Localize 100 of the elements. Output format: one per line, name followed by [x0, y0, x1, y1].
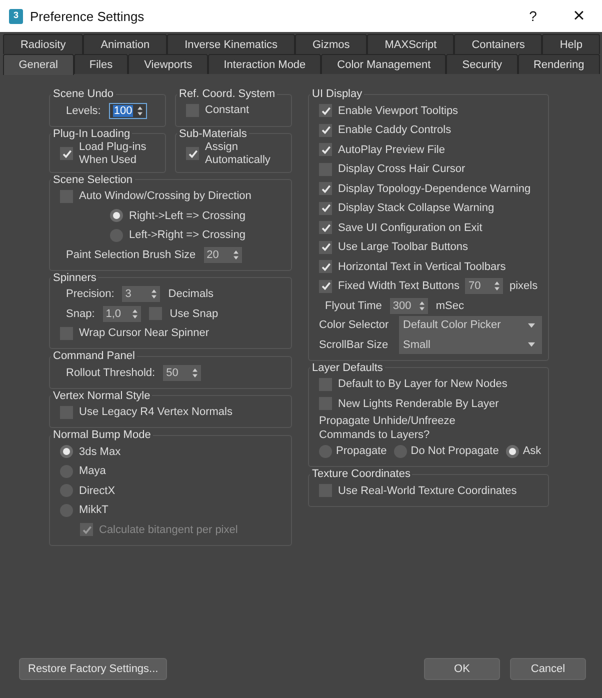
- checkbox[interactable]: [60, 406, 73, 419]
- checkbox-label: Default to By Layer for New Nodes: [338, 378, 508, 390]
- radio-button[interactable]: [60, 464, 73, 478]
- spinner-field[interactable]: 70: [465, 278, 504, 294]
- group-title: Normal Bump Mode: [52, 429, 152, 441]
- checkbox-label: Display Cross Hair Cursor: [338, 163, 466, 176]
- checkbox-label: Auto Window/Crossing by Direction: [79, 190, 252, 202]
- spinner-field[interactable]: 100: [108, 102, 147, 119]
- checkbox-label: Enable Viewport Tooltips: [338, 104, 458, 117]
- caret-icon: [528, 342, 535, 348]
- group-title: Layer Defaults: [311, 362, 384, 374]
- restore-defaults-button[interactable]: Restore Factory Settings...: [19, 658, 168, 680]
- radio-button[interactable]: [60, 484, 73, 498]
- tab[interactable]: Containers: [454, 34, 542, 54]
- tab[interactable]: Radiosity: [3, 34, 84, 54]
- group-title: Vertex Normal Style: [52, 390, 152, 402]
- radio-button[interactable]: [319, 444, 332, 458]
- tab[interactable]: Gizmos: [295, 34, 368, 54]
- checkbox-label: Display Topology-Dependence Warning: [338, 182, 531, 195]
- caret-icon: [528, 322, 535, 328]
- spinner-arrows-icon[interactable]: [232, 250, 239, 260]
- tab[interactable]: General: [3, 54, 74, 75]
- checkbox[interactable]: [186, 147, 199, 160]
- checkbox[interactable]: [148, 307, 162, 320]
- checkbox-label: AutoPlay Preview File: [338, 144, 445, 156]
- tab[interactable]: Interaction Mode: [208, 54, 322, 74]
- checkbox-label: Fixed Width Text Buttons: [338, 280, 460, 292]
- checkbox[interactable]: [319, 397, 332, 410]
- spinner-arrows-icon[interactable]: [494, 281, 500, 292]
- checkbox-label: Calculate bitangent per pixel: [99, 524, 238, 536]
- radio-label: Left->Right => Crossing: [129, 229, 246, 242]
- checkbox-label: New Lights Renderable By Layer: [338, 398, 499, 410]
- group-title: Plug-In Loading: [52, 128, 132, 140]
- window-title: Preference Settings: [30, 8, 146, 24]
- unit-label: Decimals: [168, 288, 214, 300]
- radio-button[interactable]: [394, 444, 407, 458]
- checkbox[interactable]: [319, 240, 332, 254]
- tab[interactable]: Files: [74, 54, 128, 74]
- spinner-arrows-icon[interactable]: [151, 289, 158, 300]
- tab[interactable]: MAXScript: [367, 34, 454, 54]
- checkbox[interactable]: [319, 124, 332, 137]
- spinner-field[interactable]: 1,0: [102, 306, 141, 322]
- radio-label: 3ds Max: [79, 446, 121, 458]
- checkbox-label: Use Snap: [170, 308, 218, 320]
- checkbox[interactable]: [319, 260, 332, 274]
- checkbox[interactable]: [319, 484, 332, 498]
- dialog-button[interactable]: OK: [424, 658, 500, 680]
- tab[interactable]: Viewports: [128, 54, 208, 74]
- tab[interactable]: Animation: [83, 34, 168, 54]
- checkbox-label: Assign Automatically: [205, 140, 272, 166]
- checkbox-label: Save UI Configuration on Exit: [338, 222, 482, 234]
- group-title: Scene Selection: [52, 174, 134, 186]
- tab[interactable]: Color Management: [321, 54, 446, 74]
- tab[interactable]: Help: [542, 34, 600, 54]
- group-title: Scene Undo: [52, 88, 115, 100]
- checkbox[interactable]: [60, 147, 73, 160]
- checkbox[interactable]: [319, 104, 332, 118]
- radio-button[interactable]: [60, 445, 73, 458]
- spinner-arrows-icon[interactable]: [418, 300, 425, 311]
- radio-button[interactable]: [506, 444, 519, 458]
- app-icon: 3: [9, 8, 23, 24]
- checkbox-label: Enable Caddy Controls: [338, 124, 452, 136]
- spinner-arrows-icon[interactable]: [132, 308, 138, 319]
- group-title: Sub-Materials: [178, 128, 248, 140]
- checkbox[interactable]: [319, 182, 332, 196]
- spinner-arrows-icon[interactable]: [136, 106, 143, 116]
- radio-button[interactable]: [110, 209, 123, 222]
- checkbox[interactable]: [319, 378, 332, 391]
- spinner-field[interactable]: 300: [390, 298, 428, 314]
- checkbox[interactable]: [60, 190, 73, 203]
- checkbox[interactable]: [319, 221, 332, 234]
- checkbox-label: Horizontal Text in Vertical Toolbars: [338, 260, 506, 273]
- tab[interactable]: Inverse Kinematics: [167, 34, 296, 54]
- tab[interactable]: Rendering: [518, 54, 600, 74]
- dialog-button[interactable]: Cancel: [510, 658, 586, 680]
- group-title: Texture Coordinates: [311, 468, 412, 480]
- radio-label: Maya: [79, 465, 106, 478]
- group-title: Command Panel: [52, 350, 136, 362]
- checkbox[interactable]: [319, 143, 332, 156]
- checkbox[interactable]: [319, 280, 332, 293]
- checkbox-label: Wrap Cursor Near Spinner: [79, 327, 210, 340]
- checkbox[interactable]: [60, 326, 73, 340]
- checkbox[interactable]: [319, 162, 332, 176]
- spinner-field[interactable]: 3: [122, 286, 160, 302]
- radio-label: Do Not Propagate: [410, 445, 499, 458]
- dropdown[interactable]: Small: [399, 335, 542, 354]
- checkbox[interactable]: [319, 202, 332, 215]
- radio-button[interactable]: [60, 504, 73, 517]
- spinner-arrows-icon[interactable]: [192, 368, 198, 378]
- radio-label: Right->Left => Crossing: [129, 210, 246, 222]
- radio-button[interactable]: [110, 228, 123, 242]
- spinner-field[interactable]: 50: [163, 364, 202, 381]
- help-button[interactable]: ?: [510, 0, 556, 32]
- dropdown[interactable]: Default Color Picker: [399, 316, 542, 335]
- close-button[interactable]: ×: [556, 0, 602, 32]
- tab[interactable]: Security: [446, 54, 518, 74]
- prompt-text: Propagate Unhide/Unfreeze Commands to Layers?: [319, 414, 456, 442]
- checkbox[interactable]: [186, 104, 199, 118]
- radio-label: DirectX: [79, 484, 116, 497]
- spinner-field[interactable]: 20: [204, 246, 242, 263]
